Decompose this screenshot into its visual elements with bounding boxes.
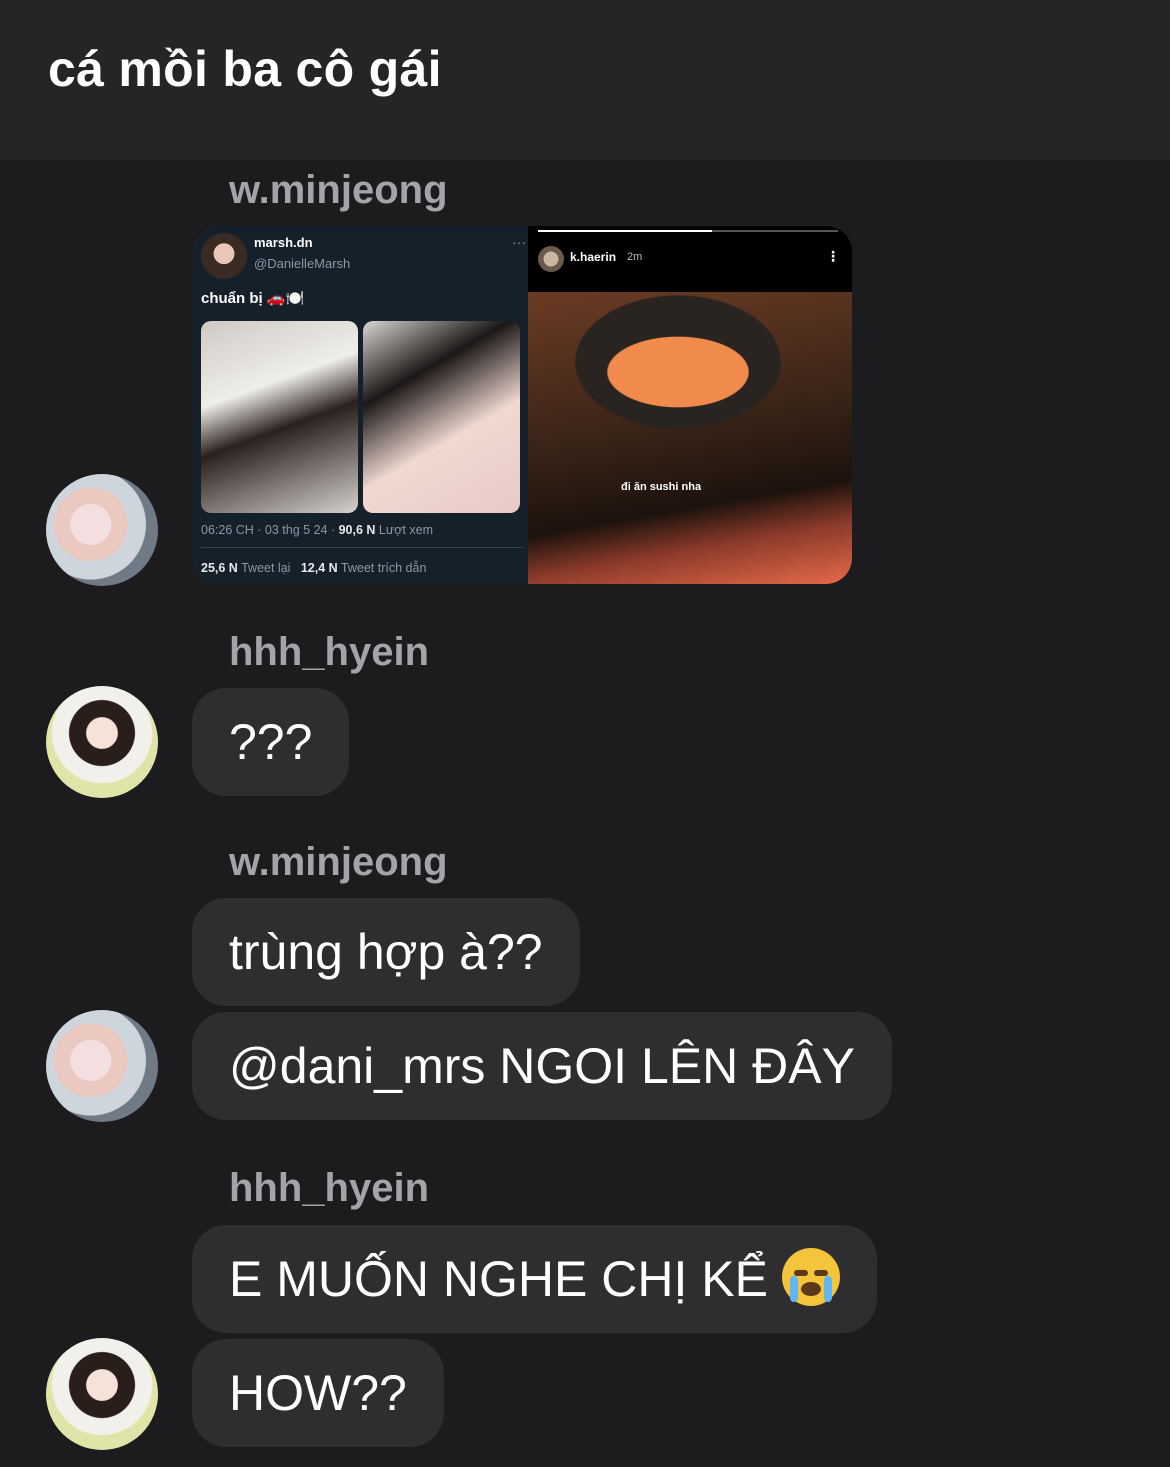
story-photo xyxy=(528,292,852,584)
chat-title[interactable]: cá mồi ba cô gái xyxy=(48,40,442,98)
story-caption: đi ăn sushi nha xyxy=(621,481,702,493)
sender-name[interactable]: hhh_hyein xyxy=(229,1166,429,1211)
message-bubble[interactable]: trùng hợp à?? xyxy=(192,898,580,1006)
tweet-screenshot: marsh.dn @DanielleMarsh ··· chuẩn bị 🚗🍽️… xyxy=(192,226,528,584)
avatar[interactable] xyxy=(46,474,158,586)
chat-header: cá mồi ba cô gái xyxy=(0,0,1170,160)
message-bubble[interactable]: @dani_mrs NGOI LÊN ĐÂY xyxy=(192,1012,892,1120)
tweet-photo xyxy=(363,321,520,513)
sender-name[interactable]: hhh_hyein xyxy=(229,630,429,675)
tweet-views-label: Lượt xem xyxy=(375,523,433,537)
message-text: E MUỐN NGHE CHỊ KỂ xyxy=(229,1251,782,1307)
more-icon: ··· xyxy=(512,234,526,250)
tweet-retweets: 25,6 N xyxy=(201,561,238,575)
tweet-avatar xyxy=(201,233,247,279)
shared-media-message[interactable]: marsh.dn @DanielleMarsh ··· chuẩn bị 🚗🍽️… xyxy=(192,226,852,584)
tweet-quotes: 12,4 N xyxy=(300,561,338,575)
loudly-crying-face-icon xyxy=(781,1248,840,1306)
story-screenshot: k.haerin 2m ⋮ đi ăn sushi nha xyxy=(528,226,852,584)
tweet-name: marsh.dn xyxy=(254,235,313,250)
tweet-meta: 06:26 CH · 03 thg 5 24 · 90,6 N Lượt xem xyxy=(201,523,433,537)
divider xyxy=(201,547,523,548)
story-username: k.haerin xyxy=(570,250,617,264)
message-bubble[interactable]: HOW?? xyxy=(192,1339,444,1447)
tweet-text: chuẩn bị 🚗🍽️ xyxy=(201,290,305,307)
story-progress-bar xyxy=(538,230,838,232)
tweet-quotes-label: Tweet trích dẫn xyxy=(337,561,427,575)
more-vertical-icon: ⋮ xyxy=(826,248,840,264)
sender-name[interactable]: w.minjeong xyxy=(229,840,448,885)
message-bubble[interactable]: ??? xyxy=(192,688,350,796)
story-avatar xyxy=(538,246,564,272)
story-time: 2m xyxy=(627,251,643,263)
tweet-time: 06:26 CH · 03 thg 5 24 · xyxy=(201,523,339,537)
avatar[interactable] xyxy=(46,1338,158,1450)
sender-name[interactable]: w.minjeong xyxy=(229,168,448,213)
message-bubble[interactable]: E MUỐN NGHE CHỊ KỂ xyxy=(192,1225,877,1333)
tweet-handle: @DanielleMarsh xyxy=(254,256,351,271)
tweet-views: 90,6 N xyxy=(338,523,376,537)
tweet-photo xyxy=(201,321,358,513)
avatar[interactable] xyxy=(46,1010,158,1122)
tweet-retweets-label: Tweet lại xyxy=(237,561,291,575)
tweet-stats: 25,6 N Tweet lại 12,4 N Tweet trích dẫn xyxy=(201,561,426,575)
avatar[interactable] xyxy=(46,686,158,798)
